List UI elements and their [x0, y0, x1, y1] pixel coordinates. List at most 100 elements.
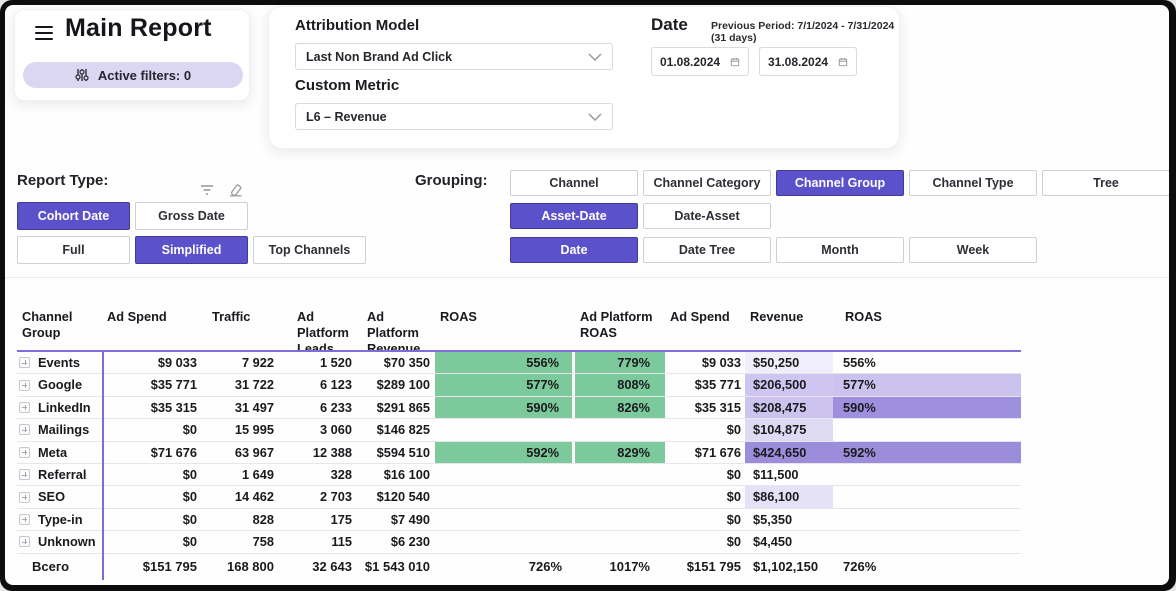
cell-revenue: $104,875	[745, 419, 833, 440]
cell-ap_revenue: $70 350	[362, 352, 435, 373]
cell-roas	[435, 531, 575, 552]
cell-ap_roas	[575, 509, 665, 530]
cell-ap_roas: 826%	[575, 397, 665, 418]
report-type-button-gross-date[interactable]: Gross Date	[135, 202, 248, 230]
report-page: Main Report Active filters: 0 Attributio…	[5, 5, 1169, 585]
grouping-button-channel-category[interactable]: Channel Category	[643, 170, 771, 196]
cell-channel: Mailings	[17, 419, 102, 440]
cell-ap_roas: 829%	[575, 442, 665, 463]
report-type-button-top-channels[interactable]: Top Channels	[253, 236, 366, 264]
cell-ap_revenue: $289 100	[362, 374, 435, 395]
date-end-field[interactable]	[759, 47, 857, 76]
grouping-row-3: DateDate TreeMonthWeek	[510, 237, 1037, 263]
section-divider	[5, 277, 1169, 278]
grouping-button-tree[interactable]: Tree	[1042, 170, 1169, 196]
active-filters-pill[interactable]: Active filters: 0	[23, 62, 243, 88]
table-row: LinkedIn$35 31531 4976 233$291 865590%82…	[17, 397, 1021, 419]
cell-revenue: $86,100	[745, 486, 833, 507]
total-cell-revenue: $1,102,150	[745, 554, 833, 579]
cell-traffic: 1 649	[207, 464, 292, 485]
calendar-icon[interactable]	[730, 56, 740, 68]
grouping-button-channel-type[interactable]: Channel Type	[909, 170, 1037, 196]
expand-plus-icon[interactable]	[19, 402, 30, 413]
expand-plus-icon[interactable]	[19, 380, 30, 391]
cell-ap_revenue: $291 865	[362, 397, 435, 418]
cell-channel: Events	[17, 352, 102, 373]
menu-hamburger-icon[interactable]	[35, 26, 53, 40]
report-type-button-simplified[interactable]: Simplified	[135, 236, 248, 264]
cell-ad_spend2: $35 771	[665, 374, 745, 395]
table-total: Всего$151 795168 80032 643$1 543 010726%…	[17, 554, 1021, 579]
cell-revenue: $424,650	[745, 442, 833, 463]
cell-channel: LinkedIn	[17, 397, 102, 418]
sliders-icon	[75, 68, 89, 82]
cell-ap_roas: 808%	[575, 374, 665, 395]
date-start-field[interactable]	[651, 47, 749, 76]
grouping-button-month[interactable]: Month	[776, 237, 904, 263]
attribution-model-select[interactable]: Last Non Brand Ad Click	[295, 43, 613, 70]
date-start-input[interactable]	[660, 55, 730, 69]
filter-lines-icon[interactable]	[199, 183, 215, 197]
cell-traffic: 31 722	[207, 374, 292, 395]
cell-roas2	[833, 419, 1021, 440]
active-filters-label: Active filters: 0	[98, 68, 191, 83]
grouping-button-date-tree[interactable]: Date Tree	[643, 237, 771, 263]
total-cell-leads: 32 643	[292, 554, 362, 579]
grouping-button-channel[interactable]: Channel	[510, 170, 638, 196]
cell-leads: 2 703	[292, 486, 362, 507]
cell-roas2	[833, 509, 1021, 530]
channel-name: SEO	[38, 486, 65, 507]
report-type-button-full[interactable]: Full	[17, 236, 130, 264]
date-end-input[interactable]	[768, 55, 838, 69]
grouping-button-asset-date[interactable]: Asset-Date	[510, 203, 638, 229]
expand-plus-icon[interactable]	[19, 492, 30, 503]
cell-revenue: $208,475	[745, 397, 833, 418]
grouping-button-date[interactable]: Date	[510, 237, 638, 263]
expand-plus-icon[interactable]	[19, 447, 30, 458]
cell-ad_spend2: $0	[665, 531, 745, 552]
channel-name: Type-in	[38, 509, 83, 530]
cell-channel: Referral	[17, 464, 102, 485]
cell-roas2	[833, 464, 1021, 485]
expand-plus-icon[interactable]	[19, 536, 30, 547]
expand-plus-icon[interactable]	[19, 514, 30, 525]
channel-name: Unknown	[38, 531, 96, 552]
cell-leads: 328	[292, 464, 362, 485]
table-row: Mailings$015 9953 060$146 825$0$104,875	[17, 419, 1021, 441]
calendar-icon[interactable]	[838, 56, 848, 68]
cell-ad_spend: $9 033	[102, 352, 207, 373]
cell-roas2: 577%	[833, 374, 1021, 395]
cell-roas	[435, 486, 575, 507]
cell-roas2: 592%	[833, 442, 1021, 463]
report-type-button-cohort-date[interactable]: Cohort Date	[17, 202, 130, 230]
column-header-ap_revenue: Ad Platform Revenue	[362, 304, 435, 350]
expand-plus-icon[interactable]	[19, 424, 30, 435]
channel-name: Всего	[19, 554, 69, 579]
grouping-button-week[interactable]: Week	[909, 237, 1037, 263]
cell-channel: Type-in	[17, 509, 102, 530]
cell-revenue: $206,500	[745, 374, 833, 395]
cell-roas	[435, 419, 575, 440]
grouping-button-channel-group[interactable]: Channel Group	[776, 170, 904, 196]
eraser-icon[interactable]	[227, 182, 243, 197]
cell-ad_spend2: $0	[665, 509, 745, 530]
column-header-ad_spend: Ad Spend	[102, 304, 207, 350]
grouping-button-date-asset[interactable]: Date-Asset	[643, 203, 771, 229]
custom-metric-select[interactable]: L6 – Revenue	[295, 103, 613, 130]
grouping-row-2: Asset-DateDate-Asset	[510, 203, 771, 229]
expand-plus-icon[interactable]	[19, 357, 30, 368]
cell-roas	[435, 509, 575, 530]
cell-ap_revenue: $6 230	[362, 531, 435, 552]
table-header-row: Channel GroupAd SpendTrafficAd Platform …	[17, 304, 1021, 352]
cell-traffic: 828	[207, 509, 292, 530]
report-type-label: Report Type:	[17, 172, 108, 189]
cell-ad_spend2: $0	[665, 464, 745, 485]
cell-traffic: 63 967	[207, 442, 292, 463]
cell-ad_spend2: $35 315	[665, 397, 745, 418]
report-table: Channel GroupAd SpendTrafficAd Platform …	[17, 304, 1021, 579]
cell-ad_spend2: $9 033	[665, 352, 745, 373]
total-cell-roas2: 726%	[833, 554, 1021, 579]
expand-plus-icon[interactable]	[19, 469, 30, 480]
total-cell-ap_revenue: $1 543 010	[362, 554, 435, 579]
cell-leads: 175	[292, 509, 362, 530]
